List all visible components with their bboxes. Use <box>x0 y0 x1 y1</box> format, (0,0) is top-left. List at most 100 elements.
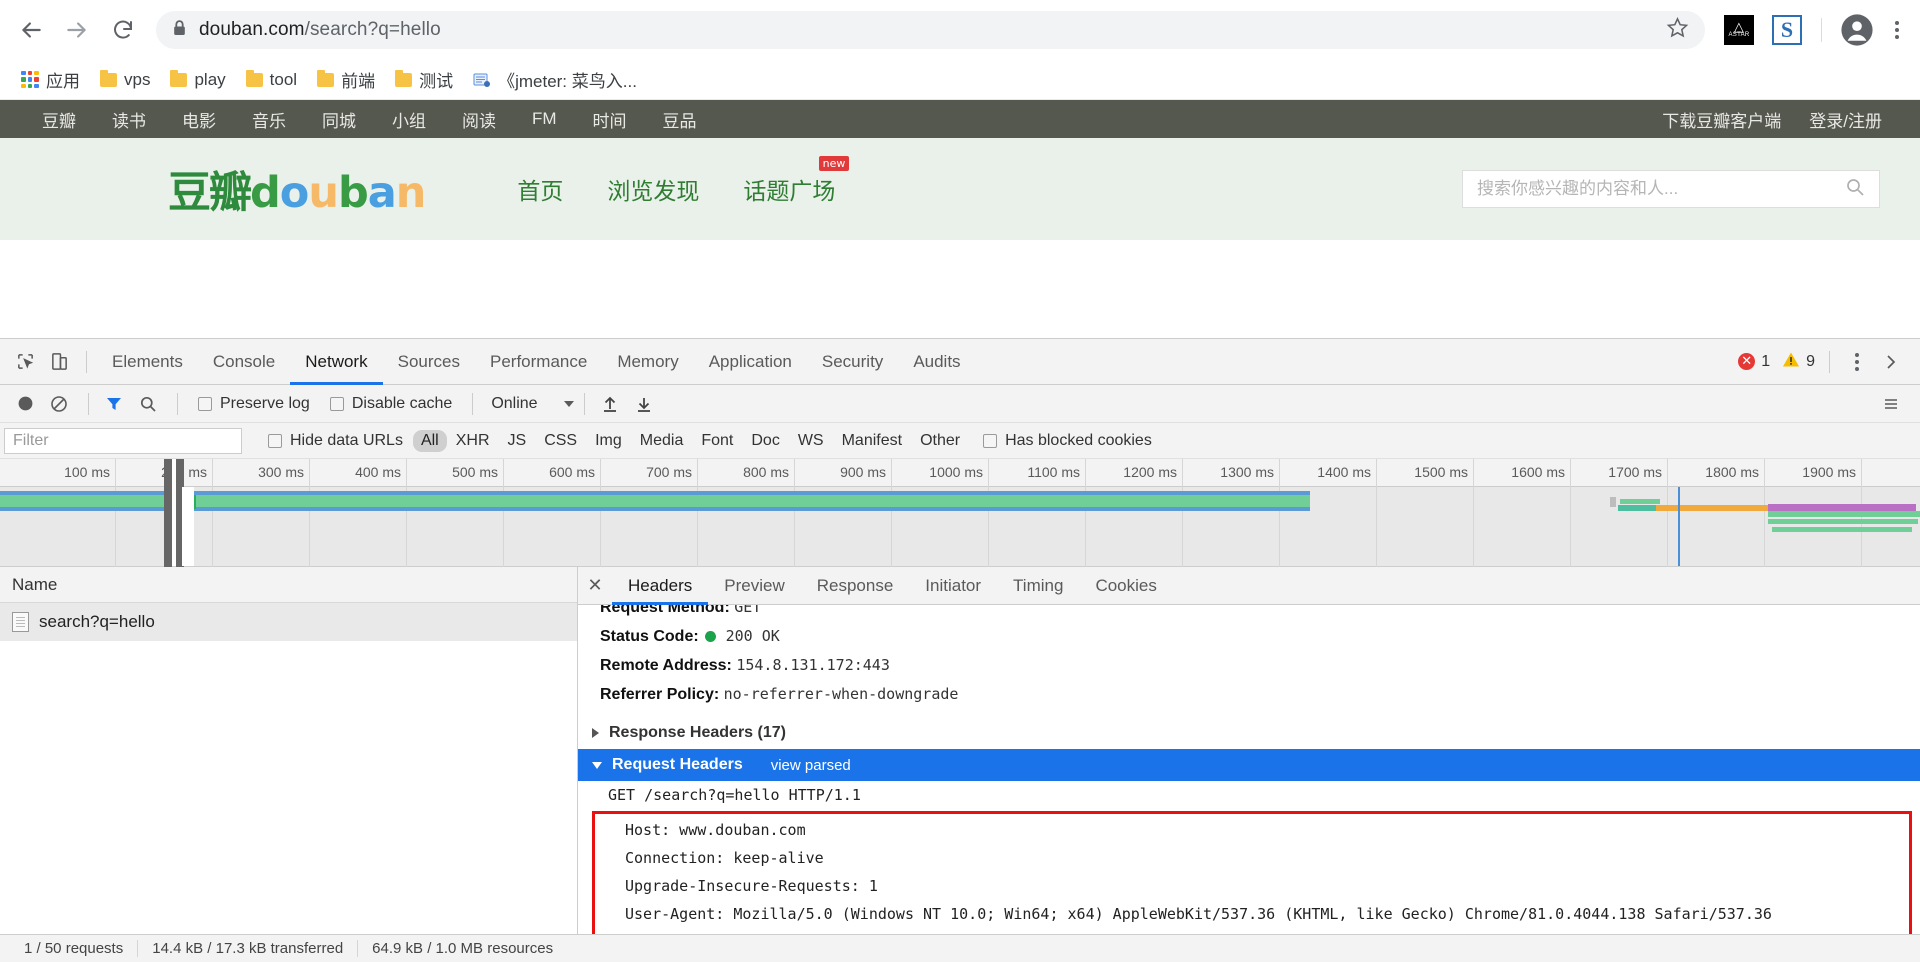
filter-type-doc[interactable]: Doc <box>742 432 788 450</box>
link-browse-discover[interactable]: 浏览发现 <box>585 172 721 206</box>
filter-type-all[interactable]: All <box>412 429 447 452</box>
filter-type-img[interactable]: Img <box>586 432 631 450</box>
blocked-cookies-checkbox[interactable]: Has blocked cookies <box>983 432 1152 450</box>
device-toolbar-button[interactable] <box>42 345 76 379</box>
detail-tab-initiator[interactable]: Initiator <box>909 567 997 605</box>
astar-extension-icon[interactable]: △ ASTAR <box>1724 15 1754 45</box>
detail-tab-headers[interactable]: Headers <box>612 567 708 605</box>
disable-cache-checkbox[interactable]: Disable cache <box>329 395 452 413</box>
profile-avatar-icon[interactable] <box>1840 13 1874 47</box>
douban-logo[interactable]: 豆瓣 d o u b a n <box>168 158 426 220</box>
link-home[interactable]: 首页 <box>495 172 585 206</box>
filter-type-font[interactable]: Font <box>692 432 742 450</box>
table-row[interactable]: search?q=hello <box>0 603 577 641</box>
status-transferred: 14.4 kB / 17.3 kB transferred <box>138 940 359 957</box>
nav-item-read[interactable]: 阅读 <box>444 107 514 132</box>
forward-button[interactable] <box>56 9 98 51</box>
warning-count-badge[interactable]: 9 <box>1782 351 1815 373</box>
filter-type-js[interactable]: JS <box>499 432 536 450</box>
detail-tab-timing[interactable]: Timing <box>997 567 1079 605</box>
filter-type-manifest[interactable]: Manifest <box>833 432 911 450</box>
nav-item-music[interactable]: 音乐 <box>234 107 304 132</box>
tab-console[interactable]: Console <box>198 339 290 385</box>
search-input[interactable] <box>1477 179 1845 199</box>
tab-performance[interactable]: Performance <box>475 339 602 385</box>
nav-item-city[interactable]: 同城 <box>304 107 374 132</box>
back-button[interactable] <box>10 9 52 51</box>
filter-type-xhr[interactable]: XHR <box>447 432 499 450</box>
tab-sources[interactable]: Sources <box>383 339 475 385</box>
waterfall-bar-gray <box>1610 497 1616 507</box>
devtools-expand-button[interactable] <box>1874 345 1908 379</box>
nav-item-douban[interactable]: 豆瓣 <box>24 107 94 132</box>
bookmark-item-play[interactable]: play <box>161 66 234 94</box>
tab-elements[interactable]: Elements <box>97 339 198 385</box>
tick-label: 1000 ms <box>929 464 983 480</box>
request-list-header[interactable]: Name <box>0 567 577 603</box>
checkbox-box <box>198 396 212 411</box>
overview-handle-left[interactable] <box>164 459 172 567</box>
inspect-element-button[interactable] <box>8 345 42 379</box>
bookmark-item-vps[interactable]: vps <box>91 66 159 94</box>
filter-input[interactable]: Filter <box>4 427 242 454</box>
bookmark-item-jmeter[interactable]: 《jmeter: 菜鸟入... <box>464 63 646 96</box>
headers-content[interactable]: Request Method: GET Status Code: 200 OK … <box>578 605 1920 934</box>
search-icon[interactable] <box>1845 177 1865 202</box>
nav-item-books[interactable]: 读书 <box>94 107 164 132</box>
bookmark-star-button[interactable] <box>1656 16 1689 44</box>
douban-search-box[interactable] <box>1462 170 1880 208</box>
devtools-tabbar: Elements Console Network Sources Perform… <box>0 339 1920 385</box>
reload-button[interactable] <box>102 9 144 51</box>
export-har-button[interactable] <box>629 389 659 419</box>
record-button[interactable] <box>10 389 40 419</box>
tab-application[interactable]: Application <box>694 339 807 385</box>
folder-icon <box>317 69 335 87</box>
nav-download-app[interactable]: 下载豆瓣客户端 <box>1648 107 1795 132</box>
filter-type-css[interactable]: CSS <box>535 432 586 450</box>
bookmark-item-tool[interactable]: tool <box>237 66 306 94</box>
filter-type-other[interactable]: Other <box>911 432 969 450</box>
tab-security[interactable]: Security <box>807 339 898 385</box>
tab-network[interactable]: Network <box>290 339 382 385</box>
filter-button[interactable] <box>99 389 129 419</box>
detail-tab-cookies[interactable]: Cookies <box>1079 567 1172 605</box>
dom-content-loaded-marker <box>1678 487 1680 566</box>
view-parsed-link[interactable]: view parsed <box>771 757 851 774</box>
request-headers-section[interactable]: Request Headers view parsed <box>578 749 1920 781</box>
search-button[interactable] <box>133 389 163 419</box>
devtools-more-button[interactable] <box>1844 352 1870 371</box>
tab-audits[interactable]: Audits <box>898 339 975 385</box>
nav-item-groups[interactable]: 小组 <box>374 107 444 132</box>
nav-item-time[interactable]: 时间 <box>575 107 645 132</box>
import-har-button[interactable] <box>595 389 625 419</box>
throttling-dropdown[interactable]: Online <box>491 395 574 413</box>
filter-type-ws[interactable]: WS <box>789 432 833 450</box>
s-extension-icon[interactable]: S <box>1772 15 1802 45</box>
nav-login-register[interactable]: 登录/注册 <box>1795 107 1896 132</box>
nav-item-movies[interactable]: 电影 <box>164 107 234 132</box>
address-bar[interactable]: douban.com/search?q=hello <box>156 11 1705 49</box>
error-count-badge[interactable]: ✕ 1 <box>1738 353 1770 371</box>
filter-type-media[interactable]: Media <box>631 432 693 450</box>
link-topic-square[interactable]: 话题广场 new <box>721 156 857 206</box>
tab-memory[interactable]: Memory <box>602 339 693 385</box>
preserve-log-checkbox[interactable]: Preserve log <box>198 395 310 413</box>
network-settings-button[interactable] <box>1876 389 1906 419</box>
hide-data-urls-checkbox[interactable]: Hide data URLs <box>268 432 403 450</box>
nav-item-goods[interactable]: 豆品 <box>645 107 715 132</box>
detail-tab-preview[interactable]: Preview <box>708 567 800 605</box>
clear-button[interactable] <box>44 389 74 419</box>
bookmark-apps[interactable]: 应用 <box>12 63 89 96</box>
detail-tab-response[interactable]: Response <box>801 567 910 605</box>
close-icon[interactable]: ✕ <box>578 575 612 596</box>
response-headers-section[interactable]: Response Headers (17) <box>578 717 1920 749</box>
tick-label: 300 ms <box>258 464 304 480</box>
network-overview[interactable]: 100 ms 200 ms 300 ms 400 ms 500 ms 600 m… <box>0 459 1920 567</box>
chrome-menu-button[interactable] <box>1884 21 1910 39</box>
bookmark-item-frontend[interactable]: 前端 <box>308 63 384 96</box>
new-badge: new <box>818 156 850 172</box>
bookmark-item-test[interactable]: 测试 <box>386 63 462 96</box>
request-list: Name search?q=hello <box>0 567 578 934</box>
warning-icon <box>1782 351 1800 373</box>
nav-item-fm[interactable]: FM <box>514 109 575 129</box>
